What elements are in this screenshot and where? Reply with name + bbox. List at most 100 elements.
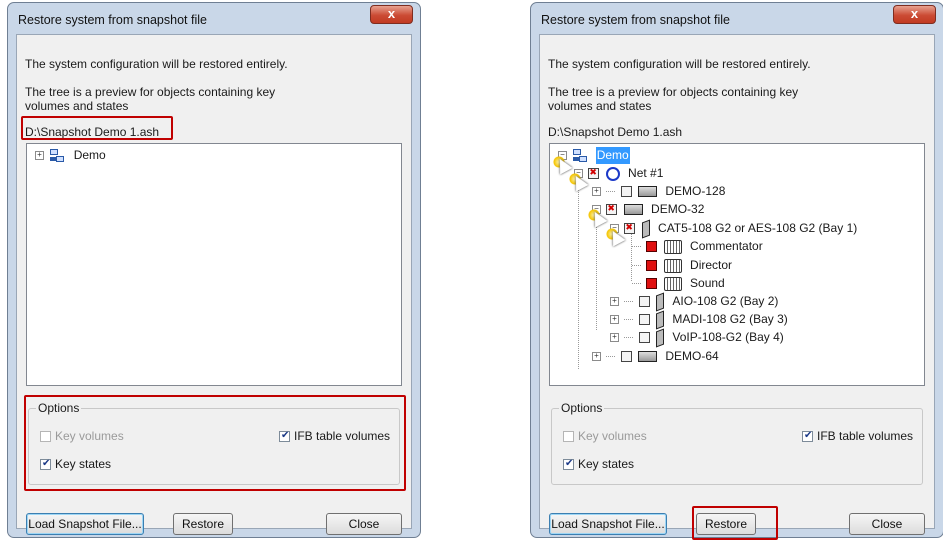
key-volumes-checkbox[interactable]: Key volumes bbox=[563, 429, 647, 443]
key-panel-icon bbox=[663, 258, 682, 273]
tree-checkbox[interactable] bbox=[588, 164, 600, 181]
tree-node-label: Director bbox=[690, 258, 733, 273]
expand-icon[interactable]: + bbox=[592, 187, 601, 197]
close-button[interactable]: Close bbox=[326, 513, 402, 535]
frame-icon bbox=[623, 204, 643, 216]
network-icon bbox=[605, 166, 620, 181]
tree-node-director[interactable]: Director bbox=[632, 257, 733, 274]
restore-dialog-left: Restore system from snapshot file x The … bbox=[7, 2, 421, 538]
title-bar[interactable]: Restore system from snapshot file x bbox=[8, 3, 420, 35]
tree-checkbox[interactable] bbox=[646, 260, 658, 272]
snapshot-tree[interactable]: − Demo − Net #1 + DEMO-128 − D bbox=[549, 143, 925, 386]
key-states-checkbox[interactable]: Key states bbox=[563, 457, 634, 471]
tree-node-aio[interactable]: + AIO-108 G2 (Bay 2) bbox=[610, 292, 779, 312]
card-icon bbox=[641, 219, 650, 239]
tree-node-label: VoIP-108-G2 (Bay 4) bbox=[672, 330, 784, 345]
snapshot-tree[interactable]: + Demo bbox=[26, 143, 402, 386]
tree-node-label: Commentator bbox=[690, 239, 763, 254]
tree-checkbox[interactable] bbox=[606, 200, 618, 217]
dialog-body: The system configuration will be restore… bbox=[539, 34, 935, 535]
options-legend: Options bbox=[559, 401, 605, 415]
tree-checkbox[interactable] bbox=[638, 296, 650, 308]
tree-preview-message: The tree is a preview for objects contai… bbox=[25, 85, 276, 113]
tree-connector bbox=[606, 191, 616, 193]
load-snapshot-button[interactable]: Load Snapshot File... bbox=[549, 513, 667, 535]
checkbox-icon bbox=[563, 431, 574, 442]
restore-message: The system configuration will be restore… bbox=[548, 57, 811, 71]
tree-checkbox[interactable] bbox=[620, 351, 632, 363]
tree-connector bbox=[606, 356, 616, 358]
tree-node-sound[interactable]: Sound bbox=[632, 275, 726, 292]
key-volumes-label: Key volumes bbox=[578, 429, 647, 443]
tree-node-label: DEMO-32 bbox=[651, 202, 705, 217]
tree-node-voip[interactable]: + VoIP-108-G2 (Bay 4) bbox=[610, 328, 785, 348]
card-icon bbox=[656, 328, 665, 348]
snapshot-file-path: D:\Snapshot Demo 1.ash bbox=[548, 125, 683, 139]
restore-button[interactable]: Restore bbox=[173, 513, 233, 535]
tree-checkbox[interactable] bbox=[646, 278, 658, 290]
key-states-label: Key states bbox=[578, 457, 635, 471]
tree-connector bbox=[596, 212, 597, 330]
tree-node-cat5[interactable]: − CAT5-108 G2 or AES-108 G2 (Bay 1) bbox=[610, 219, 858, 239]
expand-icon[interactable]: + bbox=[610, 297, 619, 307]
restore-highlight bbox=[692, 506, 778, 540]
expand-icon[interactable]: + bbox=[610, 333, 619, 343]
tree-group-icon bbox=[49, 148, 65, 163]
tree-connector bbox=[624, 319, 634, 321]
tree-checkbox[interactable] bbox=[638, 332, 650, 344]
close-window-button[interactable]: x bbox=[370, 5, 413, 24]
dialog-title: Restore system from snapshot file bbox=[541, 13, 730, 27]
tree-node-demo32[interactable]: − DEMO-32 bbox=[592, 200, 705, 218]
key-panel-icon bbox=[663, 276, 682, 291]
tree-connector bbox=[578, 176, 579, 369]
tree-node-label: Demo bbox=[73, 148, 106, 163]
tree-connector bbox=[632, 283, 641, 285]
file-path-highlight bbox=[21, 116, 173, 140]
tree-group-icon bbox=[572, 148, 588, 163]
tree-node-madi[interactable]: + MADI-108 G2 (Bay 3) bbox=[610, 310, 789, 330]
tree-checkbox[interactable] bbox=[620, 186, 632, 198]
tree-node-label: DEMO-64 bbox=[665, 349, 719, 364]
checkbox-checked-icon bbox=[563, 457, 574, 471]
restore-dialog-right: Restore system from snapshot file x The … bbox=[530, 2, 943, 540]
key-panel-icon bbox=[663, 239, 682, 254]
expand-icon[interactable]: + bbox=[592, 352, 601, 362]
expand-icon[interactable]: + bbox=[35, 151, 44, 161]
options-highlight bbox=[24, 395, 406, 491]
tree-node-commentator[interactable]: Commentator bbox=[632, 238, 764, 255]
tree-node-label: MADI-108 G2 (Bay 3) bbox=[672, 312, 788, 327]
options-group: Options Key volumes IFB table volumes Ke… bbox=[551, 401, 923, 485]
frame-icon bbox=[638, 186, 658, 198]
card-icon bbox=[656, 310, 665, 330]
tree-connector bbox=[632, 246, 641, 248]
tree-connector bbox=[632, 265, 641, 267]
tree-checkbox[interactable] bbox=[624, 219, 636, 236]
tree-node-demo[interactable]: + Demo bbox=[35, 147, 107, 164]
load-snapshot-button[interactable]: Load Snapshot File... bbox=[26, 513, 144, 535]
dialog-title: Restore system from snapshot file bbox=[18, 13, 207, 27]
tree-node-demo128[interactable]: + DEMO-128 bbox=[592, 183, 726, 200]
tree-node-demo64[interactable]: + DEMO-64 bbox=[592, 348, 720, 365]
tree-node-label: Sound bbox=[690, 276, 725, 291]
close-window-button[interactable]: x bbox=[893, 5, 936, 24]
tree-node-label: AIO-108 G2 (Bay 2) bbox=[672, 294, 779, 309]
frame-icon bbox=[638, 351, 658, 363]
card-icon bbox=[656, 292, 665, 312]
tree-node-label: Demo bbox=[595, 147, 630, 165]
close-button[interactable]: Close bbox=[849, 513, 925, 535]
tree-connector bbox=[624, 337, 634, 339]
tree-node-label: Net #1 bbox=[628, 166, 664, 181]
checkbox-checked-icon bbox=[802, 429, 813, 443]
tree-checkbox[interactable] bbox=[646, 241, 658, 253]
tree-node-net[interactable]: − Net #1 bbox=[574, 164, 664, 182]
tree-checkbox[interactable] bbox=[638, 314, 650, 326]
tree-connector bbox=[624, 301, 634, 303]
expand-icon[interactable]: + bbox=[610, 315, 619, 325]
tree-node-label: CAT5-108 G2 or AES-108 G2 (Bay 1) bbox=[658, 221, 858, 236]
ifb-table-volumes-checkbox[interactable]: IFB table volumes bbox=[802, 429, 913, 443]
title-bar[interactable]: Restore system from snapshot file x bbox=[531, 3, 943, 35]
tree-node-label: DEMO-128 bbox=[665, 184, 726, 199]
restore-message: The system configuration will be restore… bbox=[25, 57, 288, 71]
ifb-table-volumes-label: IFB table volumes bbox=[817, 429, 914, 443]
tree-preview-message: The tree is a preview for objects contai… bbox=[548, 85, 799, 113]
